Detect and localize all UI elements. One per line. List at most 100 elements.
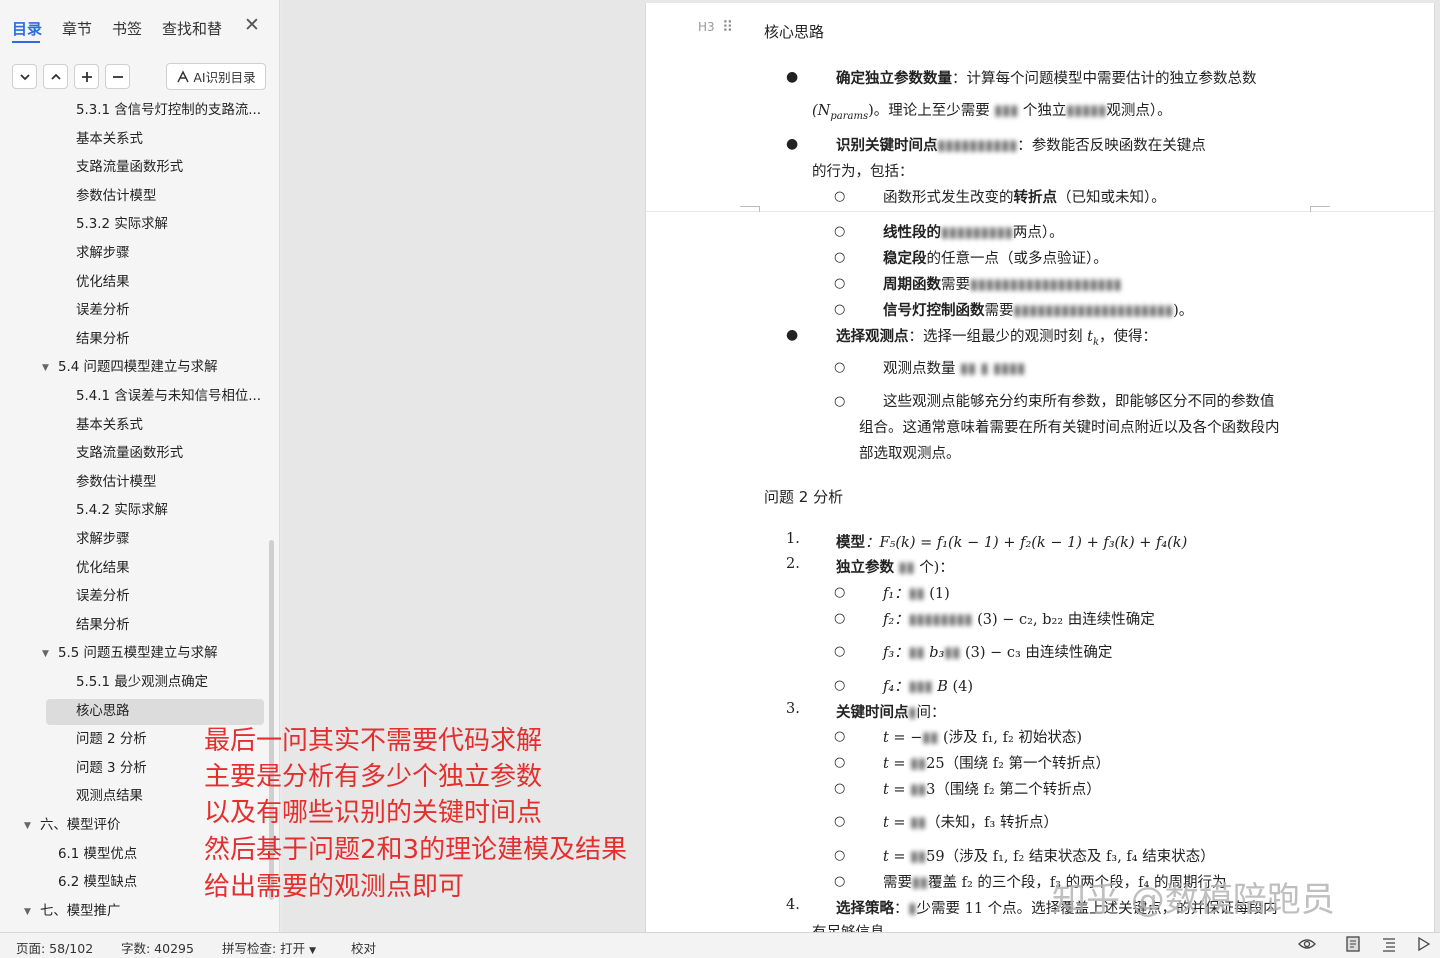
caret-down-icon[interactable]: ▼ [24,899,31,925]
list-text: 独立参数 ▮▮ 个)： [836,556,954,577]
toc-item[interactable]: 求解步骤 [0,527,268,553]
annotation-line: 然后基于问题2和3的理论建模及结果 [204,835,628,865]
drag-handle-icon[interactable]: ⠿ [722,18,733,36]
add-heading-button[interactable] [74,64,99,89]
caret-down-icon[interactable]: ▼ [42,355,49,381]
sub-bullet: ○ [834,189,846,204]
toc-item[interactable]: 5.3.2 实际求解 [0,212,268,238]
bold-text: 周期函数 [883,276,941,293]
tab-toc[interactable]: 目录 [12,18,42,39]
toc-item-label: 参数估计模型 [76,188,157,204]
toc-item-label: 结果分析 [76,331,130,347]
spell-check-toggle[interactable]: 拼写检查: 打开 ▼ [222,938,316,957]
toc-item[interactable]: 结果分析 [0,613,268,639]
document-page: H3 ⠿ 核心思路 ● 确定独立参数数量：计算每个问题模型中需要估计的独立参数总… [645,3,1435,211]
tab-find-replace[interactable]: 查找和替 [162,18,222,39]
toc-item-label: 六、模型评价 [40,818,121,833]
tab-bookmarks[interactable]: 书签 [112,18,142,39]
status-bar: 页面: 58/102 字数: 40295 拼写检查: 打开 ▼ 校对 [0,932,1440,958]
play-icon[interactable] [1416,935,1432,957]
page-view-icon[interactable] [1344,935,1362,957]
toc-item-label: 6.1 模型优点 [58,846,138,862]
body-text: 观测点数量 [883,361,956,377]
math-text: (N [812,103,831,119]
toc-item[interactable]: 基本关系式 [0,413,268,439]
sub-bullet: ○ [834,360,846,375]
toc-item-label: 优化结果 [76,274,130,290]
annotation-line: 最后一问其实不需要代码求解 [204,726,543,756]
toc-item[interactable]: 支路流量函数形式 [0,441,268,467]
sub-bullet: ○ [834,729,846,744]
remove-heading-button[interactable] [105,64,130,89]
toc-item[interactable]: 5.4.1 含误差与未知信号相位... [0,384,268,410]
body-text: ，使得： [1099,329,1157,345]
toc-item[interactable]: ▼ 5.4 问题四模型建立与求解 [0,355,268,381]
section-heading: 核心思路 [764,23,825,41]
body-text: 需要 [984,303,1014,319]
toc-item[interactable]: 参数估计模型 [0,184,268,210]
caret-down-icon[interactable]: ▼ [24,813,31,839]
outline-view-icon[interactable] [1380,935,1398,957]
spell-check-label: 拼写检查: 打开 [222,941,306,956]
blurred-text: ▮▮ [908,586,925,602]
sub-bullet-text: 函数形式发生改变的转折点（已知或未知）。 [883,186,1166,207]
toc-item-label: 七、模型推广 [40,903,121,919]
toc-item-label: 优化结果 [76,560,130,576]
zhihu-watermark: 知乎 @数模陪跑员 [1052,880,1335,920]
toc-item[interactable]: 优化结果 [0,556,268,582]
toc-item[interactable]: 基本关系式 [0,127,268,153]
toc-item[interactable]: 5.3.1 含信号灯控制的支路流... [0,99,268,124]
tab-chapters[interactable]: 章节 [62,18,92,39]
time-row: t = −▮▮ (涉及 f₁, f₂ 初始状态) [883,726,1082,747]
toc-item[interactable]: ▼ 5.5 问题五模型建立与求解 [0,641,268,667]
annotation-line: 以及有哪些识别的关键时间点 [204,798,543,828]
body-text: （未知，f₃ 转折点） [926,815,1058,831]
list-number: 2. [786,556,800,572]
expand-all-button[interactable] [43,64,68,89]
math-text: f₄： [883,679,909,695]
toc-item[interactable]: 结果分析 [0,327,268,353]
sub-bullet-text: 信号灯控制函数需要▮▮▮▮▮▮▮▮▮▮▮▮▮▮▮▮▮▮▮▮)。 [883,299,1193,320]
sub-bullet: ○ [834,874,846,889]
toc-item[interactable]: 5.4.2 实际求解 [0,498,268,524]
bullet: ● [786,136,799,152]
bullet-body: ：参数能否反映函数在关键点 [1017,138,1206,154]
blurred-text: ▮▮▮ [908,679,933,695]
body-text: )。 [1173,303,1194,319]
toc-item[interactable]: 求解步骤 [0,241,268,267]
heading-level-marker: H3 [698,20,715,34]
toc-item-label: 5.4.2 实际求解 [76,503,168,519]
ai-recognize-toc-button[interactable]: AI识别目录 [166,63,266,90]
word-count[interactable]: 字数: 40295 [121,938,194,957]
math-text: tk [1087,329,1099,348]
toc-item-label: 基本关系式 [76,131,143,147]
toc-item[interactable]: 误差分析 [0,298,268,324]
toc-item[interactable]: 5.5.1 最少观测点确定 [0,670,268,696]
toc-item[interactable]: 支路流量函数形式 [0,155,268,181]
toc-item-label: 核心思路 [76,703,130,719]
toc-item[interactable]: 参数估计模型 [0,470,268,496]
bullet: ● [786,327,799,343]
close-icon[interactable]: ✕ [244,14,260,36]
body-text: 需要 [941,277,970,293]
body-text: )。理论上至少需要 [868,103,990,119]
bold-text: 稳定段 [883,250,927,267]
list-number: 3. [786,701,800,717]
sub-bullet: ○ [834,394,846,409]
math-text: f₁： [883,586,909,602]
toc-item[interactable]: 误差分析 [0,584,268,610]
eye-icon[interactable] [1298,935,1316,957]
blurred-text: ▮▮ [898,560,915,576]
toc-item-label: 结果分析 [76,617,130,633]
math-sub: params [830,110,869,122]
chevron-right-icon[interactable]: › [214,15,221,35]
page-count[interactable]: 页面: 58/102 [16,938,93,957]
toc-item[interactable]: 优化结果 [0,270,268,296]
chevron-up-icon [50,73,61,80]
proofread-button[interactable]: 校对 [351,938,376,957]
collapse-all-button[interactable] [12,64,37,89]
document-page: ○ 线性段的▮▮▮▮▮▮▮▮▮两点）。 ○ 稳定段的任意一点（或多点验证）。 ○… [645,212,1435,932]
caret-down-icon[interactable]: ▼ [42,641,49,667]
bold-text: 模型 [836,534,865,551]
blurred-text: ▮▮ [912,875,928,891]
